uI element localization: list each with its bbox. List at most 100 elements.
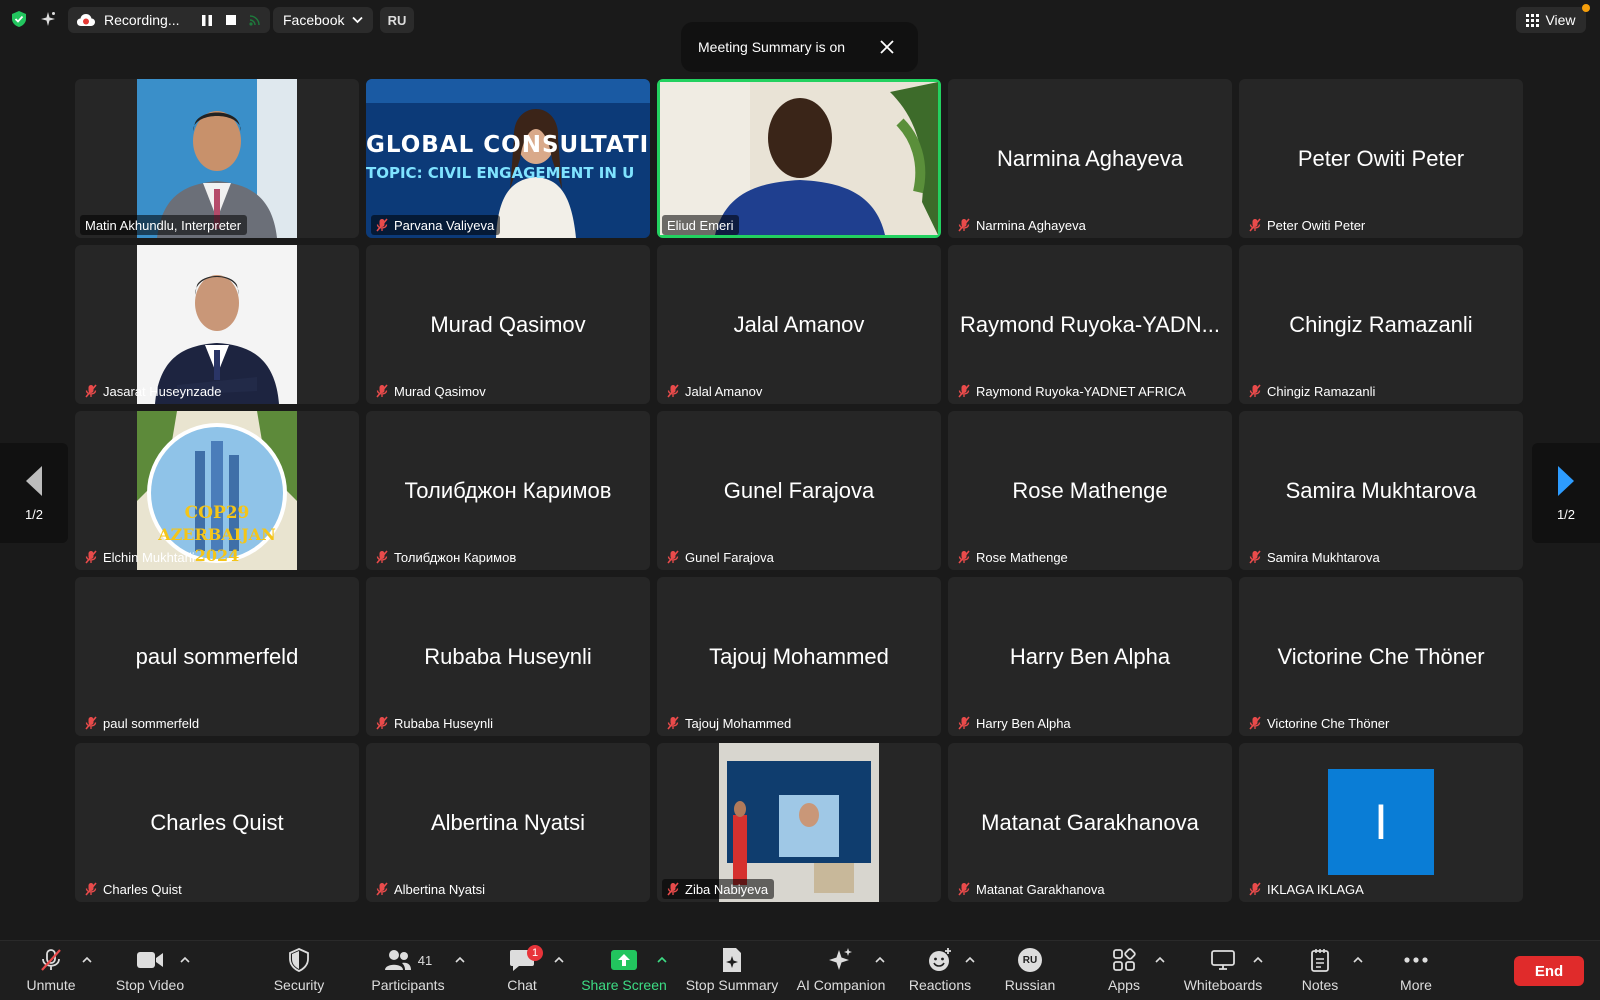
unread-badge: 1 (527, 945, 543, 961)
muted-mic-icon (667, 384, 679, 398)
participant-name-label: Matanat Garakhanova (953, 879, 1111, 899)
muted-mic-icon (376, 550, 388, 564)
participant-tile[interactable]: Rubaba Huseynli Rubaba Huseynli (366, 577, 650, 736)
participant-name-label: Samira Mukhtarova (1244, 547, 1386, 567)
livestream-target-dropdown[interactable]: Facebook (273, 7, 373, 33)
view-label: View (1545, 12, 1576, 28)
whiteboard-icon (1211, 950, 1235, 970)
participants-button[interactable]: 41 Participants (362, 947, 454, 999)
participant-tile[interactable]: Matin Akhundlu, Interpreter (75, 79, 359, 238)
previous-page-button[interactable]: 1/2 (0, 443, 68, 543)
muted-mic-icon (667, 550, 679, 564)
livestream-target-label: Facebook (283, 12, 345, 28)
participant-tile[interactable]: I IKLAGA IKLAGA (1239, 743, 1523, 902)
participant-name-label: Victorine Che Thöner (1244, 713, 1395, 733)
participant-tile[interactable]: COP29 AZERBAIJAN 2024 Elchin Mukhtarli (75, 411, 359, 570)
banner-subtitle: TOPIC: CIVIL ENGAGEMENT IN U (366, 164, 635, 182)
participant-tile[interactable]: Peter Owiti Peter Peter Owiti Peter (1239, 79, 1523, 238)
recording-status[interactable]: Recording... (68, 7, 270, 33)
participant-name-label: Rose Mathenge (953, 547, 1074, 567)
ai-companion-button[interactable]: AI Companion (797, 947, 885, 999)
end-meeting-button[interactable]: End (1514, 956, 1584, 986)
pause-recording-button[interactable] (200, 13, 214, 27)
language-globe-icon: RU (1018, 948, 1042, 972)
chevron-up-icon[interactable] (454, 955, 466, 965)
chevron-up-icon[interactable] (553, 955, 565, 965)
stop-video-button[interactable]: Stop Video (110, 947, 190, 999)
participant-tile[interactable]: Harry Ben Alpha Harry Ben Alpha (948, 577, 1232, 736)
participant-tile[interactable]: Raymond Ruyoka-YADN... Raymond Ruyoka-YA… (948, 245, 1232, 404)
next-page-button[interactable]: 1/2 (1532, 443, 1600, 543)
chevron-up-icon[interactable] (1252, 955, 1264, 965)
participant-tile[interactable]: Толибджон Каримов Толибджон Каримов (366, 411, 650, 570)
participant-name-label: Tajouj Mohammed (662, 713, 797, 733)
unmute-button[interactable]: Unmute (22, 947, 80, 999)
participant-name-label: Harry Ben Alpha (953, 713, 1077, 733)
chevron-up-icon[interactable] (964, 955, 976, 965)
participant-tile[interactable]: Tajouj Mohammed Tajouj Mohammed (657, 577, 941, 736)
encryption-shield-icon[interactable] (10, 10, 28, 28)
muted-mic-icon (958, 384, 970, 398)
participant-tile[interactable]: Murad Qasimov Murad Qasimov (366, 245, 650, 404)
chat-button[interactable]: 1 Chat (492, 945, 552, 999)
participant-tile[interactable]: Matanat Garakhanova Matanat Garakhanova (948, 743, 1232, 902)
arrow-right-icon (1558, 465, 1574, 496)
ai-companion-sparkle-icon (829, 948, 852, 970)
participant-tile[interactable]: Gunel Farajova Gunel Farajova (657, 411, 941, 570)
chevron-up-icon[interactable] (656, 955, 668, 965)
chevron-up-icon[interactable] (1154, 955, 1166, 965)
participant-tile[interactable]: Rose Mathenge Rose Mathenge (948, 411, 1232, 570)
participant-tile[interactable]: Charles Quist Charles Quist (75, 743, 359, 902)
chevron-up-icon[interactable] (1352, 955, 1364, 965)
grid-view-icon (1526, 13, 1540, 27)
avatar: I (1328, 769, 1434, 875)
notes-button[interactable]: Notes (1290, 947, 1350, 999)
view-button[interactable]: View (1516, 7, 1586, 33)
muted-mic-icon (1249, 716, 1261, 730)
muted-mic-icon (958, 550, 970, 564)
participant-tile[interactable]: Jalal Amanov Jalal Amanov (657, 245, 941, 404)
participant-tile[interactable]: GLOBAL CONSULTATION TOPIC: CIVIL ENGAGEM… (366, 79, 650, 238)
muted-mic-icon (958, 716, 970, 730)
muted-mic-icon (958, 882, 970, 896)
arrow-left-icon (26, 465, 42, 496)
participant-name-label: Ziba Nabiyeva (662, 879, 775, 899)
banner-title: GLOBAL CONSULTATION (366, 132, 650, 158)
muted-mic-icon (376, 218, 388, 232)
apps-button[interactable]: Apps (1096, 947, 1152, 999)
muted-mic-icon (376, 882, 388, 896)
participants-icon (384, 950, 411, 970)
participant-tile[interactable]: Albertina Nyatsi Albertina Nyatsi (366, 743, 650, 902)
participant-name-label: IKLAGA IKLAGA (1244, 879, 1370, 899)
chevron-up-icon[interactable] (179, 955, 191, 965)
pause-icon (202, 14, 212, 26)
meeting-summary-toast: Meeting Summary is on (681, 22, 918, 72)
participant-name-label: paul sommerfeld (80, 713, 205, 733)
participant-name-label: Murad Qasimov (371, 381, 492, 401)
more-button[interactable]: More (1388, 947, 1444, 999)
notification-dot (1582, 4, 1590, 12)
participant-tile[interactable]: paul sommerfeld paul sommerfeld (75, 577, 359, 736)
participant-tile-active-speaker[interactable]: Eliud Emeri (657, 79, 941, 238)
smiley-add-icon (929, 948, 951, 971)
participant-tile[interactable]: Samira Mukhtarova Samira Mukhtarova (1239, 411, 1523, 570)
ai-sparkle-icon[interactable] (39, 10, 57, 28)
close-icon[interactable] (878, 38, 896, 56)
stop-recording-button[interactable] (224, 13, 238, 27)
participant-name-label: Parvana Valiyeva (371, 215, 501, 235)
stop-summary-button[interactable]: Stop Summary (682, 947, 782, 999)
muted-mic-icon (85, 882, 97, 896)
security-button[interactable]: Security (266, 947, 332, 999)
notes-icon (1311, 949, 1329, 972)
chevron-up-icon[interactable] (81, 955, 93, 965)
participant-tile[interactable]: Chingiz Ramazanli Chingiz Ramazanli (1239, 245, 1523, 404)
participant-tile[interactable]: Narmina Aghayeva Narmina Aghayeva (948, 79, 1232, 238)
muted-mic-icon (1249, 882, 1261, 896)
language-interpretation-badge[interactable]: RU (380, 7, 414, 33)
participant-tile[interactable]: Ziba Nabiyeva (657, 743, 941, 902)
participant-tile[interactable]: Victorine Che Thöner Victorine Che Thöne… (1239, 577, 1523, 736)
live-signal-icon (248, 13, 262, 27)
participant-tile[interactable]: Jasarat Huseynzade (75, 245, 359, 404)
interpretation-language-button[interactable]: RU Russian (1000, 947, 1060, 999)
chevron-up-icon[interactable] (874, 955, 886, 965)
